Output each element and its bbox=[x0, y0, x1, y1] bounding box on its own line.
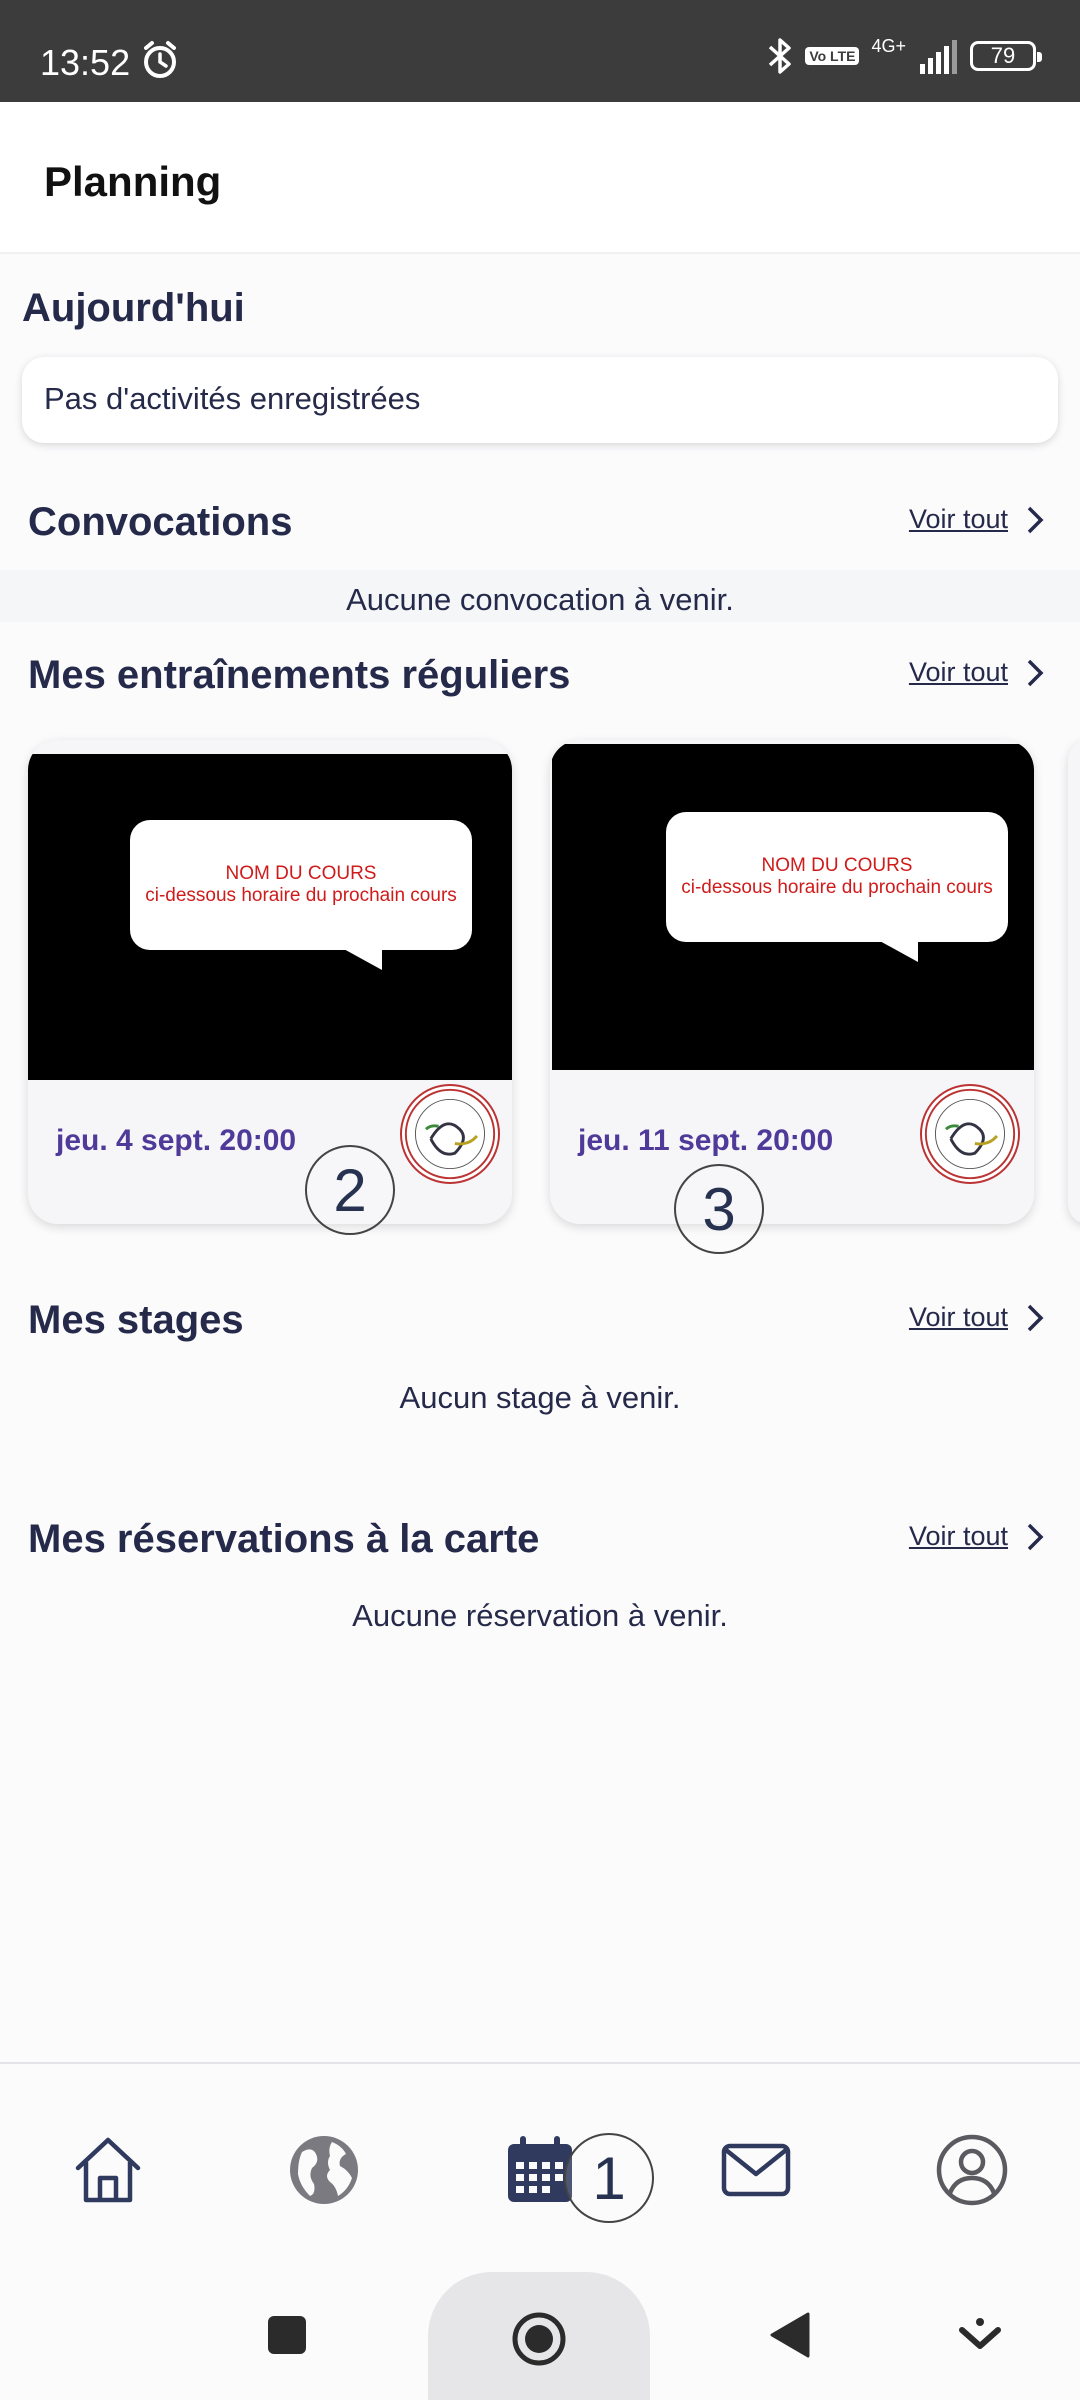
chevron-right-icon bbox=[1027, 1523, 1044, 1550]
app-header: Planning bbox=[0, 102, 1080, 254]
course-name: NOM DU COURS bbox=[225, 863, 377, 884]
chevron-right-icon bbox=[1027, 659, 1044, 686]
home-button-icon[interactable] bbox=[510, 2310, 568, 2368]
course-card[interactable]: NOM DU COURS ci-dessous horaire du proch… bbox=[550, 740, 1034, 1224]
see-all-label: Voir tout bbox=[908, 1302, 1008, 1332]
course-bubble: NOM DU COURS ci-dessous horaire du proch… bbox=[666, 812, 1008, 942]
hide-nav-icon[interactable] bbox=[958, 2316, 1002, 2356]
annotation-marker: 2 bbox=[305, 1145, 395, 1235]
profile-icon[interactable] bbox=[934, 2132, 1010, 2208]
course-bubble: NOM DU COURS ci-dessous horaire du proch… bbox=[130, 820, 472, 950]
annotation-marker: 1 bbox=[564, 2133, 654, 2223]
convocations-see-all[interactable]: Voir tout bbox=[909, 504, 1044, 535]
battery-icon: 79 bbox=[970, 41, 1042, 71]
course-name: NOM DU COURS bbox=[761, 855, 913, 876]
convocations-empty-text: Aucune convocation à venir. bbox=[346, 582, 734, 617]
course-card-partial[interactable] bbox=[1068, 740, 1080, 1224]
course-subtitle: ci-dessous horaire du prochain cours bbox=[145, 885, 457, 906]
back-icon[interactable] bbox=[768, 2310, 812, 2360]
course-image: NOM DU COURS ci-dessous horaire du proch… bbox=[28, 754, 512, 1080]
stages-empty-text: Aucun stage à venir. bbox=[399, 1380, 681, 1415]
section-title-reservations: Mes réservations à la carte bbox=[28, 1517, 540, 1561]
volte-badge: Vo LTE bbox=[805, 47, 860, 65]
annotation-marker: 3 bbox=[674, 1164, 764, 1254]
section-title-convocations: Convocations bbox=[28, 500, 293, 544]
section-title-today: Aujourd'hui bbox=[22, 286, 245, 330]
bluetooth-icon bbox=[769, 38, 792, 74]
stages-see-all[interactable]: Voir tout bbox=[909, 1302, 1044, 1333]
today-card: Pas d'activités enregistrées bbox=[22, 357, 1058, 443]
page-title: Planning bbox=[44, 158, 222, 205]
globe-icon[interactable] bbox=[286, 2132, 362, 2208]
bottom-nav bbox=[0, 2062, 1080, 2272]
home-icon[interactable] bbox=[70, 2132, 146, 2208]
chevron-right-icon bbox=[1027, 1304, 1044, 1331]
regular-see-all[interactable]: Voir tout bbox=[909, 657, 1044, 688]
signal-icon bbox=[920, 40, 957, 74]
course-card[interactable]: NOM DU COURS ci-dessous horaire du proch… bbox=[28, 740, 512, 1224]
mail-icon[interactable] bbox=[718, 2132, 794, 2208]
course-date: jeu. 4 sept. 20:00 bbox=[56, 1124, 297, 1157]
alarm-icon bbox=[144, 41, 176, 78]
chevron-right-icon bbox=[1027, 506, 1044, 533]
status-bar: 13:52 Vo LTE 4G+ 79 bbox=[0, 0, 1080, 102]
course-image: NOM DU COURS ci-dessous horaire du proch… bbox=[552, 744, 1034, 1070]
recents-icon[interactable] bbox=[266, 2314, 308, 2356]
status-time: 13:52 bbox=[40, 42, 131, 83]
network-type: 4G+ bbox=[871, 36, 906, 56]
club-logo-icon bbox=[920, 1084, 1020, 1184]
reservations-empty-text: Aucune réservation à venir. bbox=[352, 1598, 728, 1633]
club-logo-icon bbox=[400, 1084, 500, 1184]
section-title-regular: Mes entraînements réguliers bbox=[28, 653, 571, 697]
battery-level: 79 bbox=[990, 43, 1016, 68]
see-all-label: Voir tout bbox=[908, 504, 1008, 534]
course-subtitle: ci-dessous horaire du prochain cours bbox=[681, 877, 993, 898]
today-empty-text: Pas d'activités enregistrées bbox=[44, 381, 421, 416]
see-all-label: Voir tout bbox=[908, 1521, 1008, 1551]
see-all-label: Voir tout bbox=[908, 657, 1008, 687]
reservations-see-all[interactable]: Voir tout bbox=[909, 1521, 1044, 1552]
system-nav-bar bbox=[0, 2272, 1080, 2400]
section-title-stages: Mes stages bbox=[28, 1298, 244, 1342]
course-date: jeu. 11 sept. 20:00 bbox=[578, 1124, 834, 1157]
